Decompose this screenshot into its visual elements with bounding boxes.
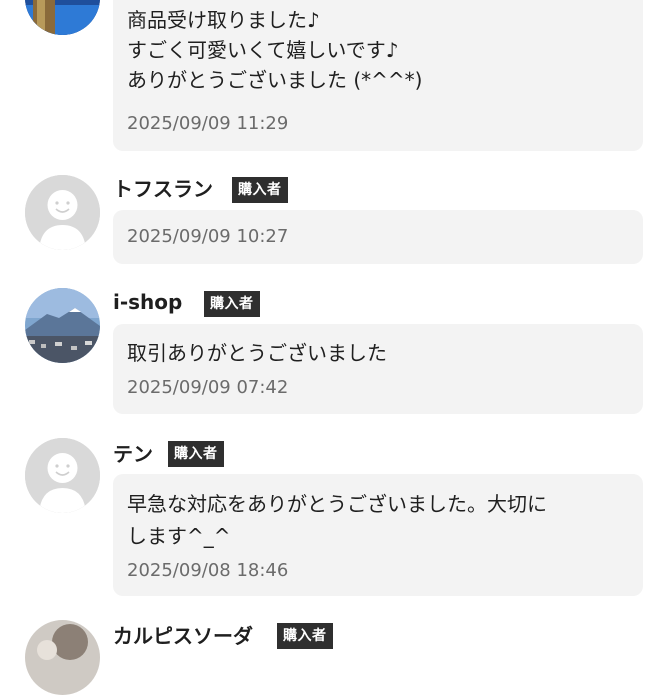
avatar[interactable]: [25, 0, 100, 35]
comment-text-line: します^_^: [127, 524, 231, 548]
commenter-name[interactable]: i-shop: [113, 289, 182, 315]
avatar[interactable]: [25, 288, 100, 363]
user-photo-icon: [25, 620, 100, 695]
default-person-icon: [25, 438, 100, 513]
avatar[interactable]: [25, 620, 100, 695]
purchaser-badge: 購入者: [232, 177, 288, 203]
avatar[interactable]: [25, 175, 100, 250]
comment-text-line: ありがとうございました (*^^*): [127, 68, 423, 92]
purchaser-badge: 購入者: [277, 623, 333, 649]
comment-timestamp: 2025/09/09 10:27: [127, 226, 289, 247]
comment-timestamp: 2025/09/09 11:29: [127, 113, 289, 134]
comment-timestamp: 2025/09/08 18:46: [127, 560, 289, 581]
comment-timestamp: 2025/09/09 07:42: [127, 377, 289, 398]
comment-text-line: 取引ありがとうございました: [127, 341, 387, 365]
comment-text-line: すごく可愛いくて嬉しいです♪: [127, 38, 399, 62]
commenter-name[interactable]: テン: [113, 441, 153, 467]
purchaser-badge: 購入者: [204, 291, 260, 317]
comment-bubble: 取引ありがとうございました 2025/09/09 07:42: [113, 324, 643, 414]
comment-bubble: 商品受け取りました♪ すごく可愛いくて嬉しいです♪ ありがとうございました (*…: [113, 0, 643, 151]
avatar[interactable]: [25, 438, 100, 513]
commenter-name[interactable]: トフスラン: [113, 176, 213, 202]
comment-text-line: 商品受け取りました♪: [127, 8, 320, 32]
user-photo-icon: [25, 0, 100, 35]
comment-bubble: 2025/09/09 10:27: [113, 210, 643, 264]
commenter-name[interactable]: カルピスソーダ: [113, 623, 253, 649]
comment-text-line: 早急な対応をありがとうございました。大切に: [127, 492, 547, 516]
comment-bubble: 早急な対応をありがとうございました。大切に します^_^ 2025/09/08 …: [113, 474, 643, 596]
default-person-icon: [25, 175, 100, 250]
purchaser-badge: 購入者: [168, 441, 224, 467]
landscape-photo-icon: [25, 288, 100, 363]
